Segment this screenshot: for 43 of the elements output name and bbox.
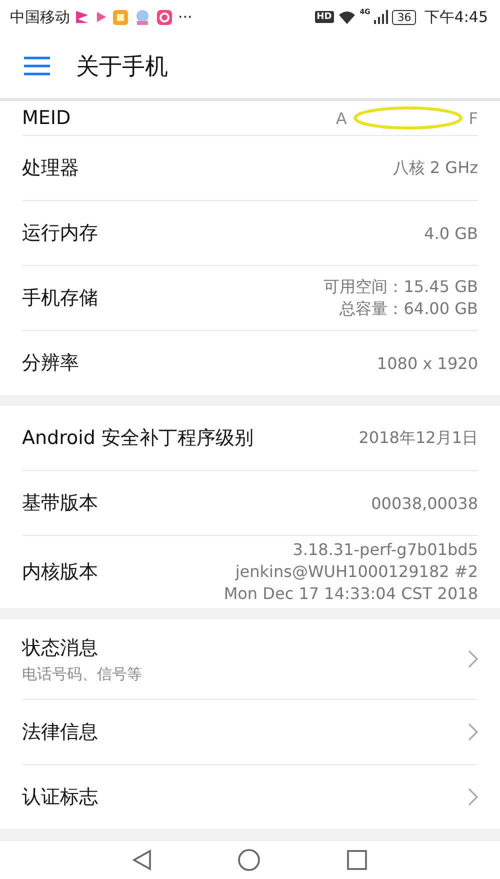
row-label: Android 安全补丁程序级别 <box>22 426 254 451</box>
row-label: 认证标志 <box>22 785 98 810</box>
carrier-name: 中国移动 <box>10 8 70 26</box>
clock-time: 下午4:45 <box>424 8 488 26</box>
row-label: 基带版本 <box>22 491 98 516</box>
value-text: A <box>336 108 347 128</box>
settings-item[interactable]: 认证标志 <box>22 765 478 829</box>
row-label: 状态消息 <box>22 636 99 660</box>
chevron-icon <box>468 650 478 668</box>
row-label: 运行内存 <box>22 221 98 246</box>
value-text: 3.18.31-perf-g7b01bd5 <box>292 539 478 561</box>
value-text: 1080 x 1920 <box>376 354 478 372</box>
wifi-icon <box>338 10 356 24</box>
settings-item[interactable]: 状态消息 电话号码、信号等 <box>22 619 478 700</box>
row-label: 分辨率 <box>22 351 79 376</box>
value-text: Mon Dec 17 14:33:04 CST 2018 <box>224 583 478 605</box>
row-label: 法律信息 <box>22 720 98 745</box>
play-icon <box>95 10 107 24</box>
menu-icon[interactable] <box>24 56 50 76</box>
row-label: 处理器 <box>22 156 79 181</box>
row-subtitle: 电话号码、信号等 <box>22 664 142 684</box>
value-text: 可用空间：15.45 GB <box>324 276 478 298</box>
value-text: 4.0 GB <box>424 224 478 242</box>
value-text: jenkins@WUH1000129182 #2 <box>235 561 478 583</box>
page-title: 关于手机 <box>76 52 168 82</box>
value-text: 总容量：64.00 GB <box>340 298 478 320</box>
recents-icon[interactable] <box>346 849 368 871</box>
row-label: MEID <box>22 107 71 129</box>
row-label: 手机存储 <box>22 286 98 311</box>
value-text: 00038,00038 <box>371 494 478 512</box>
row-label: 内核版本 <box>22 560 98 585</box>
back-icon[interactable] <box>132 849 152 871</box>
battery-indicator: 36 <box>392 10 416 24</box>
chevron-icon <box>468 788 478 806</box>
value-text: 2018年12月1日 <box>358 428 478 448</box>
chevron-icon <box>468 723 478 741</box>
hd-badge: HD <box>314 11 334 23</box>
value-text: F <box>468 108 478 128</box>
value-text: 八核 2 GHz <box>392 158 478 178</box>
signal-icon <box>374 10 388 24</box>
more-notifications: ··· <box>178 8 192 26</box>
settings-item[interactable]: 法律信息 <box>22 700 478 765</box>
home-icon[interactable] <box>236 848 261 872</box>
